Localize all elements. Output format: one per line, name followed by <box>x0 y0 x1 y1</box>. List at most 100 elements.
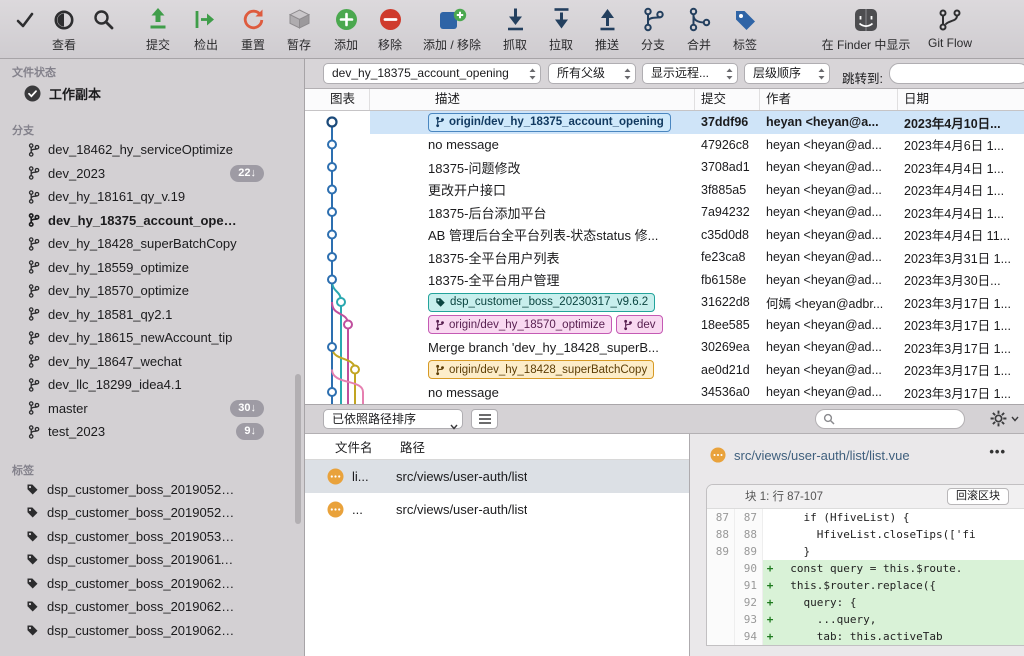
commit-row[interactable]: 18375-全平台用户列表 fe23ca8 heyan <heyan@ad...… <box>370 246 1024 269</box>
sidebar-item-branch[interactable]: master30↓ <box>0 397 304 421</box>
code-text: } <box>777 543 1024 560</box>
commit-row[interactable]: origin/dev_hy_18570_optimizedev 18ee585 … <box>370 314 1024 337</box>
commit-row[interactable]: 更改开户接口 3f885a5 heyan <heyan@ad... 2023年4… <box>370 179 1024 202</box>
diff-sign: + <box>763 628 777 645</box>
tag-icon <box>26 600 39 613</box>
ref-label: origin/dev_hy_18375_account_opening <box>449 116 664 128</box>
sidebar-item-label: dsp_customer_boss_20190627_v4.0.2 <box>47 623 237 638</box>
commit-icon <box>145 6 171 33</box>
toolbar-pull[interactable]: 拉取 <box>538 3 584 53</box>
toolbar-branch[interactable]: 分支 <box>630 3 676 53</box>
list-view-button[interactable] <box>471 409 498 429</box>
commit-author: heyan <heyan@ad... <box>760 385 898 399</box>
branch-icon <box>28 425 40 439</box>
toolbar-add[interactable]: 添加 <box>324 3 368 53</box>
sidebar-item-branch[interactable]: dev_202322↓ <box>0 162 304 186</box>
parents-filter-select[interactable]: 所有父级 <box>548 63 636 84</box>
diff-line-added: 92+ query: { <box>707 594 1024 611</box>
branch-filter-select[interactable]: dev_hy_18375_account_opening <box>323 63 541 84</box>
sidebar-item-branch[interactable]: dev_hy_18428_superBatchCopy <box>0 232 304 256</box>
commit-message: no message <box>370 137 695 152</box>
sidebar-item-branch[interactable]: test_20239↓ <box>0 420 304 444</box>
file-row[interactable]: li... src/views/user-auth/list <box>305 460 689 493</box>
commit-message: no message <box>370 385 695 400</box>
toolbar-fetch[interactable]: 抓取 <box>492 3 538 53</box>
toolbar-reset[interactable]: 重置 <box>230 3 276 53</box>
sidebar-item-branch[interactable]: dev_hy_18615_newAccount_tip <box>0 326 304 350</box>
commit-date: 2023年3月17日 1... <box>898 360 1018 379</box>
sidebar-item-tag[interactable]: dsp_customer_boss_20190624_v4.0.0 <box>0 572 304 596</box>
column-header-filename[interactable]: 文件名 <box>305 437 400 456</box>
toolbar-view-group[interactable]: 查看 <box>4 3 124 53</box>
column-header-description[interactable]: 描述 <box>370 89 695 110</box>
commit-message: 18375-全平台用户列表 <box>370 248 695 267</box>
sort-order-select[interactable]: 已依照路径排序 <box>323 409 463 429</box>
commit-row[interactable]: 18375-后台添加平台 7a94232 heyan <heyan@ad... … <box>370 201 1024 224</box>
commit-row[interactable]: Merge branch 'dev_hy_18428_superB... 302… <box>370 336 1024 359</box>
column-header-path[interactable]: 路径 <box>400 437 425 456</box>
sidebar-item-branch[interactable]: dev_hy_18570_optimize <box>0 279 304 303</box>
commit-date: 2023年4月4日 1... <box>898 180 1018 199</box>
sidebar-item-tag[interactable]: dsp_customer_boss_20190611_v3... <box>0 548 304 572</box>
toolbar-tag[interactable]: 标签 <box>722 3 768 53</box>
toolbar-label: 添加 <box>324 36 368 53</box>
sidebar-item-tag[interactable]: dsp_customer_boss_20190523_v3... <box>0 478 304 502</box>
column-header-commit[interactable]: 提交 <box>695 89 760 110</box>
column-header-date[interactable]: 日期 <box>898 89 1024 110</box>
sidebar-item-label: dev_hy_18428_superBatchCopy <box>48 236 237 251</box>
toolbar-merge[interactable]: 合并 <box>676 3 722 53</box>
remote-filter-select[interactable]: 显示远程... <box>642 63 738 84</box>
merge-icon <box>687 6 712 33</box>
gear-icon <box>989 409 1008 428</box>
sidebar-scrollbar[interactable] <box>295 374 301 524</box>
toolbar-stash[interactable]: 暂存 <box>276 3 322 53</box>
commit-row[interactable]: AB 管理后台全平台列表-状态status 修... c35d0d8 heyan… <box>370 224 1024 247</box>
toolbar-commit[interactable]: 提交 <box>134 3 182 53</box>
diff-line: 8888 HfiveList.closeTips(['fi <box>707 526 1024 543</box>
more-options-button[interactable]: ••• <box>989 444 1006 459</box>
diff-hunk: 块 1: 行 87-107 回滚区块 8787 if (HfiveList) {… <box>706 484 1024 646</box>
sidebar-item-branch[interactable]: dev_hy_18581_qy2.1 <box>0 303 304 327</box>
commit-row[interactable]: 18375-全平台用户管理 fb6158e heyan <heyan@ad...… <box>370 269 1024 292</box>
settings-button[interactable] <box>989 409 1019 428</box>
sidebar-item-tag[interactable]: dsp_customer_boss_20190625_v4.0.1 <box>0 595 304 619</box>
commit-hash: 18ee585 <box>695 318 760 332</box>
column-header-graph[interactable]: 图表 <box>305 89 370 110</box>
branch-icon <box>435 116 445 128</box>
toolbar-remove[interactable]: 移除 <box>368 3 412 53</box>
toolbar-push[interactable]: 推送 <box>584 3 630 53</box>
commit-row[interactable]: no message 34536a0 heyan <heyan@ad... 20… <box>370 381 1024 404</box>
commit-row[interactable]: 18375-问题修改 3708ad1 heyan <heyan@ad... 20… <box>370 156 1024 179</box>
file-row[interactable]: ... src/views/user-auth/list <box>305 493 689 526</box>
revert-hunk-button[interactable]: 回滚区块 <box>947 488 1009 505</box>
sidebar-item-branch-current[interactable]: dev_hy_18375_account_opening <box>0 209 304 233</box>
tag-icon <box>26 483 39 496</box>
search-input[interactable] <box>815 409 965 429</box>
working-copy-icon <box>24 85 41 102</box>
commit-author: heyan <heyan@ad... <box>760 340 898 354</box>
sidebar-item-tag[interactable]: dsp_customer_boss_20190530_v3... <box>0 525 304 549</box>
sidebar-item-branch[interactable]: dev_hy_18161_qy_v.19 <box>0 185 304 209</box>
toolbar-show-in-finder[interactable]: 在 Finder 中显示 <box>808 3 924 53</box>
ref-label: origin/dev_hy_18428_superBatchCopy <box>449 364 647 376</box>
sidebar-item-label: dsp_customer_boss_20190524_v3... <box>47 505 237 520</box>
toolbar-checkout[interactable]: 检出 <box>182 3 230 53</box>
order-filter-select[interactable]: 层级顺序 <box>744 63 830 84</box>
commit-row[interactable]: origin/dev_hy_18428_superBatchCopy ae0d2… <box>370 359 1024 382</box>
commit-row[interactable]: dsp_customer_boss_20230317_v9.6.2 31622d… <box>370 291 1024 314</box>
toolbar-git-flow[interactable]: Git Flow <box>924 3 976 50</box>
commit-row[interactable]: no message 47926c8 heyan <heyan@ad... 20… <box>370 134 1024 157</box>
sidebar-item-branch[interactable]: dev_llc_18299_idea4.1 <box>0 373 304 397</box>
sidebar-item-working-copy[interactable]: 工作副本 <box>0 80 304 106</box>
finder-icon <box>853 7 879 33</box>
sidebar-item-branch[interactable]: dev_hy_18647_wechat <box>0 350 304 374</box>
jump-to-input[interactable] <box>889 63 1024 84</box>
toolbar-add-remove[interactable]: 添加 / 移除 <box>412 3 492 53</box>
column-header-author[interactable]: 作者 <box>760 89 898 110</box>
sidebar-item-tag[interactable]: dsp_customer_boss_20190524_v3... <box>0 501 304 525</box>
sidebar-item-tag[interactable]: dsp_customer_boss_20190627_v4.0.2 <box>0 619 304 643</box>
sidebar-item-branch[interactable]: dev_18462_hy_serviceOptimize <box>0 138 304 162</box>
sidebar-item-branch[interactable]: dev_hy_18559_optimize <box>0 256 304 280</box>
commit-row[interactable]: origin/dev_hy_18375_account_opening 37dd… <box>370 111 1024 134</box>
new-line-number: 89 <box>735 543 763 560</box>
